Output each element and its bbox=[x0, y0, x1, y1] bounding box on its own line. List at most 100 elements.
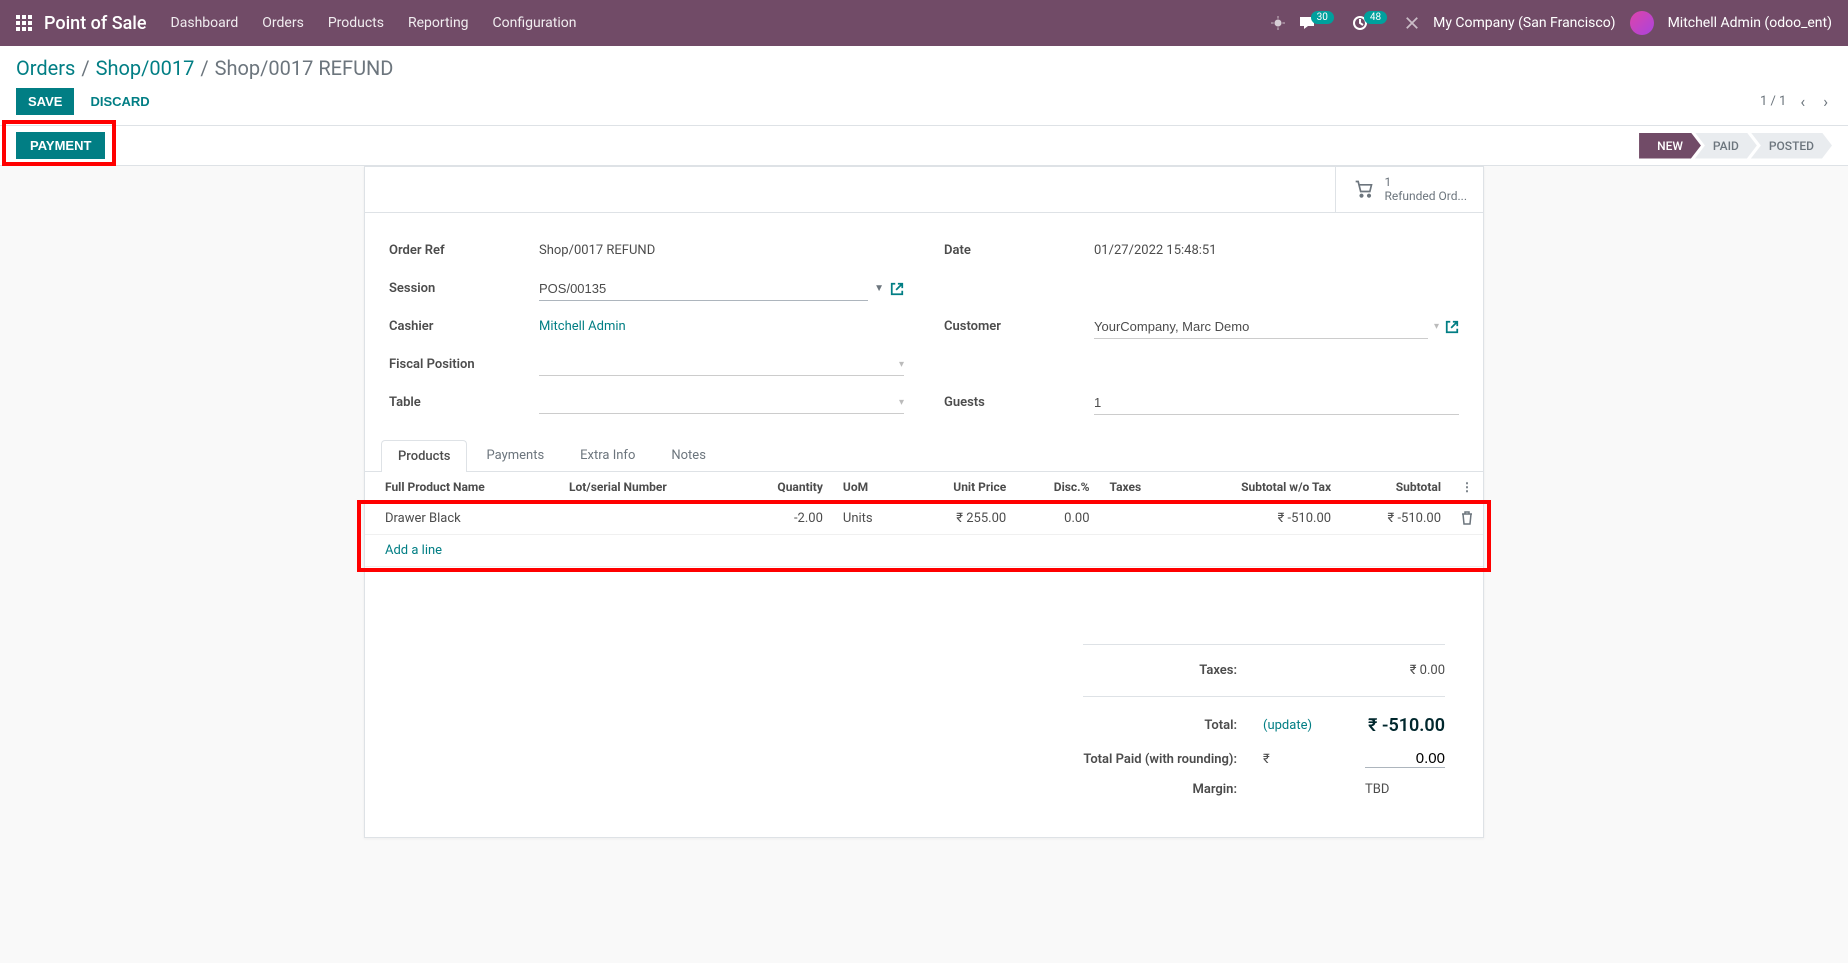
th-subtotal[interactable]: Subtotal bbox=[1341, 472, 1451, 503]
th-uom[interactable]: UoM bbox=[833, 472, 907, 503]
taxes-label: Taxes: bbox=[1071, 657, 1249, 684]
value-date: 01/27/2022 15:48:51 bbox=[1094, 243, 1459, 258]
user-menu[interactable]: Mitchell Admin (odoo_ent) bbox=[1668, 15, 1832, 31]
update-link[interactable]: (update) bbox=[1263, 718, 1312, 733]
cell-subtotal-wo[interactable]: ₹ -510.00 bbox=[1177, 502, 1341, 534]
nav-links: Dashboard Orders Products Reporting Conf… bbox=[171, 15, 1271, 31]
apps-icon[interactable] bbox=[16, 15, 32, 31]
crumb-sep2: / bbox=[200, 56, 208, 80]
status-posted[interactable]: POSTED bbox=[1751, 133, 1832, 159]
cell-name[interactable]: Drawer Black bbox=[365, 502, 559, 534]
paid-input[interactable] bbox=[1365, 750, 1445, 768]
th-taxes[interactable]: Taxes bbox=[1100, 472, 1177, 503]
tab-payments[interactable]: Payments bbox=[469, 439, 561, 471]
pager-next-icon[interactable]: › bbox=[1819, 88, 1832, 115]
label-guests: Guests bbox=[944, 395, 1094, 410]
trash-icon[interactable] bbox=[1461, 511, 1473, 525]
messages-button[interactable]: 30 bbox=[1299, 15, 1338, 31]
guests-input[interactable] bbox=[1094, 391, 1459, 415]
table-row[interactable]: Drawer Black -2.00 Units ₹ 255.00 0.00 ₹… bbox=[365, 502, 1483, 534]
tab-products[interactable]: Products bbox=[381, 440, 467, 472]
brand-title[interactable]: Point of Sale bbox=[44, 13, 147, 34]
pager: 1 / 1 ‹ › bbox=[1760, 88, 1832, 115]
table-input[interactable]: ▾ bbox=[539, 392, 904, 414]
paid-label: Total Paid (with rounding): bbox=[1071, 744, 1249, 774]
add-line-row[interactable]: Add a line bbox=[365, 534, 1483, 566]
crumb-current: Shop/0017 REFUND bbox=[215, 56, 394, 80]
navbar: Point of Sale Dashboard Orders Products … bbox=[0, 0, 1848, 46]
external-link-icon[interactable] bbox=[1445, 320, 1459, 334]
th-unit-price[interactable]: Unit Price bbox=[907, 472, 1016, 503]
activities-badge: 48 bbox=[1364, 11, 1387, 24]
nav-orders[interactable]: Orders bbox=[262, 15, 304, 31]
pager-text: 1 / 1 bbox=[1760, 94, 1786, 109]
payment-button[interactable]: PAYMENT bbox=[16, 132, 105, 159]
crumb-sep: / bbox=[81, 56, 89, 80]
studio-icon[interactable] bbox=[1405, 16, 1419, 30]
status-bar: PAYMENT NEW PAID POSTED bbox=[0, 126, 1848, 166]
value-cashier[interactable]: Mitchell Admin bbox=[539, 319, 904, 334]
customer-input[interactable] bbox=[1094, 315, 1428, 339]
avatar[interactable] bbox=[1630, 11, 1654, 35]
margin-value: TBD bbox=[1353, 776, 1457, 803]
tab-notes[interactable]: Notes bbox=[654, 439, 723, 471]
taxes-value: ₹ 0.00 bbox=[1353, 657, 1457, 684]
nav-reporting[interactable]: Reporting bbox=[408, 15, 469, 31]
chevron-down-icon[interactable]: ▾ bbox=[1434, 321, 1439, 332]
th-qty[interactable]: Quantity bbox=[735, 472, 833, 503]
total-value: ₹ -510.00 bbox=[1353, 709, 1457, 742]
status-new[interactable]: NEW bbox=[1639, 133, 1701, 159]
cell-disc[interactable]: 0.00 bbox=[1016, 502, 1099, 534]
total-label: Total: bbox=[1071, 709, 1249, 742]
activities-button[interactable]: 48 bbox=[1352, 15, 1391, 31]
session-input[interactable] bbox=[539, 277, 868, 301]
cell-qty[interactable]: -2.00 bbox=[735, 502, 833, 534]
label-customer: Customer bbox=[944, 319, 1094, 334]
cell-lot[interactable] bbox=[559, 502, 735, 534]
label-table: Table bbox=[389, 395, 539, 410]
form-fields: Order Ref Shop/0017 REFUND Session ▼ Cas… bbox=[365, 213, 1483, 439]
order-lines-table: Full Product Name Lot/serial Number Quan… bbox=[365, 472, 1483, 617]
stat-label: Refunded Ord... bbox=[1384, 189, 1467, 203]
label-date: Date bbox=[944, 243, 1094, 258]
th-lot[interactable]: Lot/serial Number bbox=[559, 472, 735, 503]
save-button[interactable]: SAVE bbox=[16, 88, 74, 115]
nav-dashboard[interactable]: Dashboard bbox=[171, 15, 239, 31]
nav-products[interactable]: Products bbox=[328, 15, 384, 31]
crumb-parent[interactable]: Shop/0017 bbox=[96, 56, 195, 80]
external-link-icon[interactable] bbox=[890, 282, 904, 296]
kebab-icon[interactable]: ⋮ bbox=[1451, 472, 1483, 503]
status-steps: NEW PAID POSTED bbox=[1639, 133, 1832, 159]
nav-configuration[interactable]: Configuration bbox=[493, 15, 577, 31]
refunded-orders-button[interactable]: 1 Refunded Ord... bbox=[1335, 167, 1483, 212]
cell-subtotal[interactable]: ₹ -510.00 bbox=[1341, 502, 1451, 534]
th-disc[interactable]: Disc.% bbox=[1016, 472, 1099, 503]
cell-uom[interactable]: Units bbox=[833, 502, 907, 534]
cart-icon bbox=[1352, 179, 1376, 199]
chevron-down-icon[interactable]: ▾ bbox=[899, 397, 904, 408]
chevron-down-icon[interactable]: ▾ bbox=[899, 359, 904, 370]
paid-currency: ₹ bbox=[1251, 744, 1351, 774]
tab-extra-info[interactable]: Extra Info bbox=[563, 439, 652, 471]
label-order-ref: Order Ref bbox=[389, 243, 539, 258]
label-cashier: Cashier bbox=[389, 319, 539, 334]
discard-button[interactable]: DISCARD bbox=[82, 88, 157, 115]
fiscal-input[interactable]: ▾ bbox=[539, 354, 904, 376]
status-paid[interactable]: PAID bbox=[1695, 133, 1757, 159]
chevron-down-icon[interactable]: ▼ bbox=[874, 283, 884, 294]
bug-icon[interactable] bbox=[1271, 16, 1285, 30]
label-session: Session bbox=[389, 281, 539, 296]
th-subtotal-wo[interactable]: Subtotal w/o Tax bbox=[1177, 472, 1341, 503]
totals-section: Taxes: ₹ 0.00 Total: (update) ₹ -510.00 … bbox=[365, 616, 1483, 837]
cell-taxes[interactable] bbox=[1100, 502, 1177, 534]
pager-prev-icon[interactable]: ‹ bbox=[1796, 88, 1809, 115]
cell-unit-price[interactable]: ₹ 255.00 bbox=[907, 502, 1016, 534]
label-fiscal: Fiscal Position bbox=[389, 357, 539, 372]
messages-badge: 30 bbox=[1311, 11, 1334, 24]
value-order-ref: Shop/0017 REFUND bbox=[539, 243, 904, 258]
navbar-right: 30 48 My Company (San Francisco) Mitchel… bbox=[1271, 11, 1832, 35]
th-name[interactable]: Full Product Name bbox=[365, 472, 559, 503]
company-selector[interactable]: My Company (San Francisco) bbox=[1433, 15, 1615, 31]
add-line-link[interactable]: Add a line bbox=[365, 534, 1483, 566]
crumb-orders[interactable]: Orders bbox=[16, 56, 75, 80]
